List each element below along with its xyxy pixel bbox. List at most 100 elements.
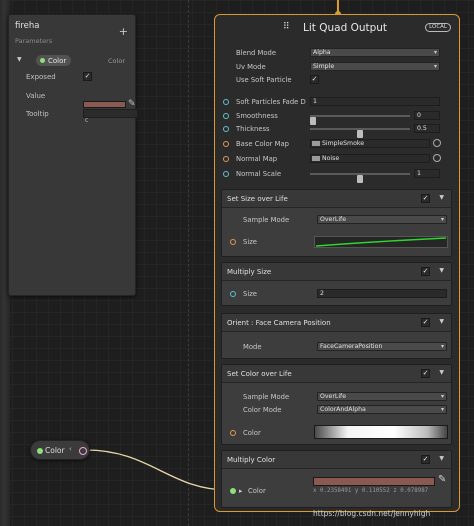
parameter-pill[interactable]: Color bbox=[36, 55, 72, 66]
input-port[interactable] bbox=[230, 239, 236, 245]
object-picker-icon[interactable] bbox=[433, 154, 441, 162]
blend-mode-dropdown[interactable]: Alpha bbox=[310, 48, 440, 57]
input-port[interactable] bbox=[223, 171, 229, 177]
smoothness-slider[interactable] bbox=[310, 115, 410, 125]
block-enable-checkbox[interactable]: ✓ bbox=[421, 455, 430, 464]
input-label: Base Color Map bbox=[236, 140, 289, 148]
block-header[interactable]: Multiply Color ✓ ▼ bbox=[222, 451, 451, 469]
block-title: Orient : Face Camera Position bbox=[227, 319, 331, 327]
block-enable-checkbox[interactable]: ✓ bbox=[421, 318, 430, 327]
exposed-checkbox[interactable]: ✓ bbox=[83, 72, 92, 81]
setting-label: Blend Mode bbox=[236, 49, 277, 57]
context-title: Lit Quad Output bbox=[303, 22, 388, 34]
collapse-arrow-icon[interactable]: ▼ bbox=[439, 267, 444, 274]
setting-sample-mode: Sample Mode OverLife bbox=[222, 214, 451, 226]
normal-scale-value[interactable]: 1 bbox=[414, 169, 440, 178]
input-label: Size bbox=[243, 238, 257, 246]
orient-mode-dropdown[interactable]: FaceCameraPosition bbox=[317, 342, 447, 351]
uv-mode-dropdown[interactable]: Simple bbox=[310, 62, 440, 71]
input-port[interactable] bbox=[230, 430, 236, 436]
size-input[interactable]: 2 bbox=[317, 289, 447, 298]
value-color-swatch[interactable] bbox=[83, 101, 126, 108]
size-curve-field[interactable] bbox=[314, 236, 448, 248]
collapse-arrow-icon[interactable]: ▼ bbox=[439, 194, 444, 201]
slider-thumb[interactable] bbox=[357, 130, 363, 138]
block-multiply-size[interactable]: Multiply Size ✓ ▼ Size 2 bbox=[221, 262, 452, 306]
input-port[interactable] bbox=[230, 291, 236, 297]
block-header[interactable]: Orient : Face Camera Position ✓ ▼ bbox=[222, 314, 451, 332]
input-label: Soft Particles Fade D bbox=[236, 98, 306, 106]
input-size: Size 2 bbox=[222, 288, 451, 300]
tooltip-input[interactable] bbox=[83, 109, 138, 118]
block-enable-checkbox[interactable]: ✓ bbox=[421, 194, 430, 203]
input-port[interactable] bbox=[223, 126, 229, 132]
blackboard-panel[interactable]: fireha Parameters + ▼ Color Color Expose… bbox=[8, 14, 138, 296]
use-soft-particle-checkbox[interactable]: ✓ bbox=[310, 75, 319, 84]
expand-arrow-icon[interactable]: ▸ bbox=[239, 487, 242, 495]
normal-map-field[interactable]: Noise bbox=[310, 154, 430, 163]
input-label: Color bbox=[243, 429, 261, 437]
setting-label: Sample Mode bbox=[243, 216, 290, 224]
setting-blend-mode: Blend Mode Alpha bbox=[215, 47, 459, 59]
input-normal-map: Normal Map Noise bbox=[215, 153, 459, 165]
sample-mode-dropdown[interactable]: OverLife bbox=[317, 215, 447, 224]
normal-map-value: Noise bbox=[322, 155, 340, 162]
chevron-left-icon[interactable]: ‹ bbox=[69, 445, 72, 453]
input-port-connected[interactable] bbox=[230, 488, 236, 494]
block-set-color-over-life[interactable]: Set Color over Life ✓ ▼ Sample Mode Over… bbox=[221, 364, 452, 445]
input-port[interactable] bbox=[223, 99, 229, 105]
parameter-node-label: Color bbox=[45, 446, 65, 455]
color-mode-dropdown[interactable]: ColorAndAlpha bbox=[317, 405, 447, 414]
block-enable-checkbox[interactable]: ✓ bbox=[421, 267, 430, 276]
color-xyz-values[interactable]: x 0.2358491 y 0.110552 z 0.078987 bbox=[313, 488, 453, 494]
block-header[interactable]: Set Color over Life ✓ ▼ bbox=[222, 365, 451, 383]
thickness-slider[interactable] bbox=[310, 128, 410, 138]
thickness-value[interactable]: 0.5 bbox=[414, 124, 440, 133]
sample-mode-dropdown[interactable]: OverLife bbox=[317, 392, 447, 401]
parameter-row-color[interactable]: ▼ Color Color bbox=[9, 55, 135, 67]
block-set-size-over-life[interactable]: Set Size over Life ✓ ▼ Sample Mode OverL… bbox=[221, 189, 452, 257]
collapse-arrow-icon[interactable]: ▼ bbox=[439, 455, 444, 462]
space-badge[interactable]: LOCAL bbox=[425, 23, 451, 32]
soft-particles-fade-input[interactable]: 1 bbox=[310, 97, 440, 106]
add-parameter-button[interactable]: + bbox=[119, 25, 128, 38]
object-picker-icon[interactable] bbox=[433, 139, 441, 147]
collapse-arrow-icon[interactable]: ▼ bbox=[439, 318, 444, 325]
block-title: Multiply Color bbox=[227, 456, 276, 464]
slider-thumb[interactable] bbox=[357, 175, 363, 183]
collapse-arrow-icon[interactable]: ▼ bbox=[17, 56, 22, 63]
input-port[interactable] bbox=[223, 113, 229, 119]
eyedropper-icon[interactable]: ✎ bbox=[438, 474, 446, 485]
block-multiply-color[interactable]: Multiply Color ✓ ▼ ▸ Color ✎ x 0.2358491… bbox=[221, 450, 452, 508]
input-label: Normal Scale bbox=[236, 170, 282, 178]
blackboard-title: fireha bbox=[15, 21, 40, 31]
block-orient[interactable]: Orient : Face Camera Position ✓ ▼ Mode F… bbox=[221, 313, 452, 359]
color-parameter-node[interactable]: Color ‹ bbox=[30, 440, 90, 460]
input-thickness: Thickness 0.5 bbox=[215, 123, 459, 138]
color-swatch-field[interactable] bbox=[313, 477, 435, 486]
parameter-type: Color bbox=[108, 57, 125, 65]
base-color-map-field[interactable]: SimpleSmoke bbox=[310, 139, 430, 148]
setting-label: Color Mode bbox=[243, 406, 282, 414]
input-base-color-map: Base Color Map SimpleSmoke bbox=[215, 138, 459, 150]
block-header[interactable]: Multiply Size ✓ ▼ bbox=[222, 263, 451, 281]
output-port[interactable] bbox=[79, 447, 87, 455]
normal-scale-slider[interactable] bbox=[310, 173, 410, 183]
collapse-arrow-icon[interactable]: ▼ bbox=[439, 369, 444, 376]
output-context-node[interactable]: ⠿ Lit Quad Output LOCAL Blend Mode Alpha… bbox=[214, 14, 460, 512]
color-gradient-field[interactable] bbox=[314, 425, 448, 439]
input-normal-scale: Normal Scale 1 bbox=[215, 168, 459, 183]
input-port[interactable] bbox=[223, 156, 229, 162]
eyedropper-icon[interactable]: ✎ bbox=[128, 99, 136, 109]
block-enable-checkbox[interactable]: ✓ bbox=[421, 369, 430, 378]
input-port[interactable] bbox=[223, 141, 229, 147]
context-header[interactable]: ⠿ Lit Quad Output LOCAL bbox=[215, 15, 459, 41]
exposed-label: Exposed bbox=[26, 73, 56, 81]
input-label: Thickness bbox=[236, 125, 270, 133]
block-title: Set Color over Life bbox=[227, 370, 292, 378]
input-smoothness: Smoothness 0 bbox=[215, 110, 459, 125]
input-color-gradient: Color bbox=[222, 425, 451, 439]
tooltip-label: Tooltip bbox=[26, 110, 49, 118]
smoothness-value[interactable]: 0 bbox=[414, 111, 440, 120]
block-header[interactable]: Set Size over Life ✓ ▼ bbox=[222, 190, 451, 208]
